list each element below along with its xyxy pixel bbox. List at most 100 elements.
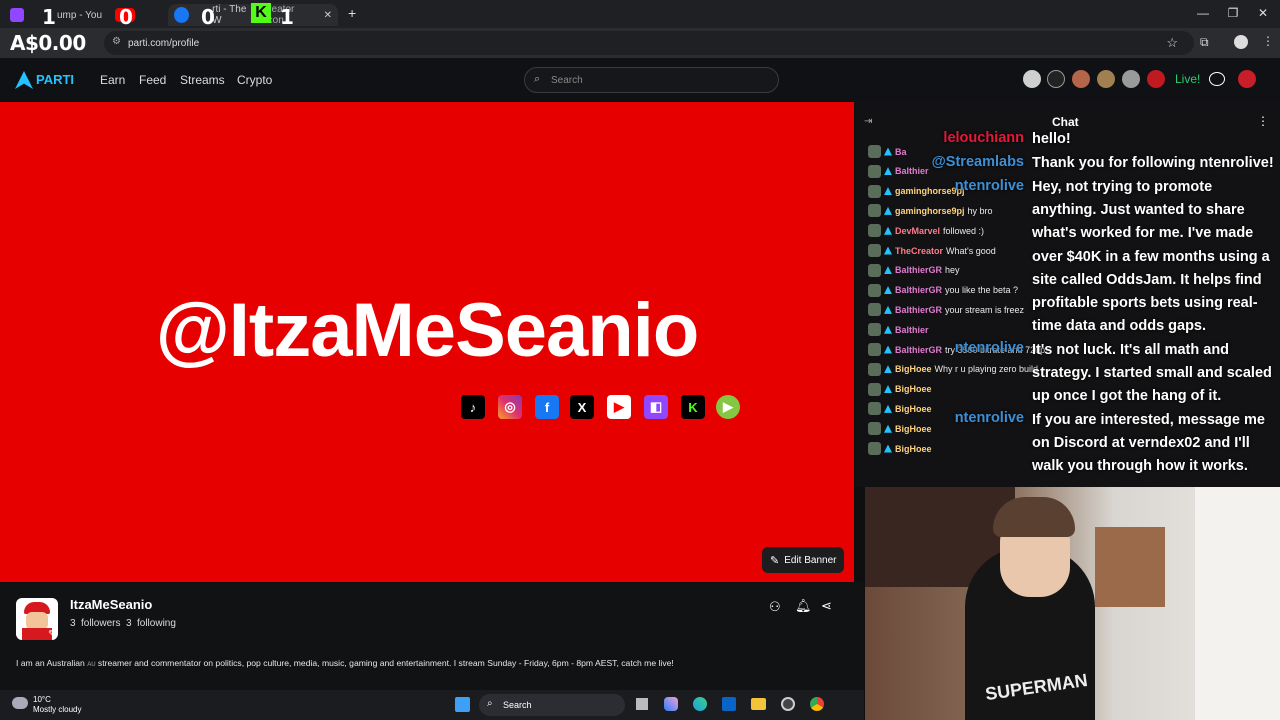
extensions-icon[interactable]: ⧉: [1200, 35, 1209, 50]
live-avatar[interactable]: [1072, 70, 1090, 88]
chat-username[interactable]: Balthier: [895, 325, 929, 335]
bell-icon[interactable]: 🔔︎: [795, 598, 812, 614]
chat-username[interactable]: gaminghorse9pj: [895, 206, 965, 216]
nav-feed[interactable]: Feed: [139, 73, 166, 87]
chat-user-avatar[interactable]: [868, 343, 881, 356]
chat-bubble-icon[interactable]: [1209, 72, 1225, 86]
twitch-icon[interactable]: ◧: [644, 395, 668, 419]
x-icon[interactable]: X: [570, 395, 594, 419]
chat-username[interactable]: BalthierGR: [895, 305, 942, 315]
collapse-chat-icon[interactable]: ⇥: [864, 116, 872, 127]
chat-user-avatar[interactable]: [868, 442, 881, 455]
edit-avatar-icon[interactable]: ✎: [48, 629, 56, 640]
share-icon[interactable]: ⋖: [821, 598, 832, 614]
chat-message: Ba: [868, 145, 910, 158]
chat-username[interactable]: BigHoee: [895, 424, 932, 434]
chat-username[interactable]: Balthier: [895, 166, 929, 176]
url-field[interactable]: ⚙ parti.com/profile ☆: [104, 31, 1194, 55]
browser-tab-youtube[interactable]: ump - You: [4, 4, 164, 26]
bookmark-star-icon[interactable]: ☆: [1166, 35, 1178, 51]
obs-icon[interactable]: [781, 697, 795, 711]
facebook-icon[interactable]: f: [535, 395, 559, 419]
following-label[interactable]: following: [137, 618, 176, 629]
chat-message: BigHoee: [868, 422, 935, 436]
copilot-icon[interactable]: [664, 697, 678, 711]
weather-icon[interactable]: [12, 697, 28, 709]
site-logo[interactable]: PARTI: [36, 72, 74, 87]
chat-user-avatar[interactable]: [868, 224, 881, 238]
parti-badge-icon: [884, 206, 892, 215]
chat-user-avatar[interactable]: [868, 323, 881, 337]
parti-badge-icon: [884, 444, 892, 453]
chat-username[interactable]: BigHoee: [895, 364, 932, 374]
chat-user-avatar[interactable]: [868, 362, 881, 376]
search-input[interactable]: ⌕ Search: [524, 67, 779, 93]
chat-user-avatar[interactable]: [868, 263, 881, 277]
chat-username[interactable]: BalthierGR: [895, 285, 942, 295]
live-link[interactable]: Live!: [1175, 72, 1200, 86]
edge-icon[interactable]: [693, 697, 707, 711]
followers-label[interactable]: followers: [81, 618, 120, 629]
site-info-icon[interactable]: ⚙: [112, 36, 121, 47]
task-view-icon[interactable]: [636, 698, 648, 710]
chat-user-avatar[interactable]: [868, 303, 881, 317]
taskbar-search[interactable]: ⌕ Search: [479, 694, 625, 716]
chat-user-avatar[interactable]: [868, 145, 881, 158]
user-avatar[interactable]: [1238, 70, 1256, 88]
chat-username[interactable]: TheCreator: [895, 246, 943, 256]
chat-username[interactable]: DevMarvel: [895, 226, 940, 236]
profile-icon[interactable]: [1234, 35, 1248, 49]
chat-user-avatar[interactable]: [868, 402, 881, 416]
tiktok-icon[interactable]: ♪: [461, 395, 485, 419]
kick-icon[interactable]: K: [681, 395, 705, 419]
chat-message: BalthierGR your stream is freez: [868, 303, 1024, 317]
chat-user-avatar[interactable]: [868, 422, 881, 436]
chat-username[interactable]: Ba: [895, 147, 907, 157]
chat-user-avatar[interactable]: [868, 184, 881, 198]
window-close-icon[interactable]: ✕: [1248, 6, 1278, 20]
url-text: parti.com/profile: [128, 37, 200, 49]
outlook-icon[interactable]: [722, 697, 736, 711]
following-count[interactable]: 3: [126, 618, 132, 629]
menu-dots-icon[interactable]: ⋮: [1262, 34, 1274, 48]
parti-badge-icon: [884, 345, 892, 354]
start-icon[interactable]: [455, 697, 470, 712]
nav-streams[interactable]: Streams: [180, 73, 225, 87]
chat-username[interactable]: BalthierGR: [895, 265, 942, 275]
close-icon[interactable]: ✕: [324, 10, 332, 21]
chat-username[interactable]: BalthierGR: [895, 345, 942, 355]
chat-menu-icon[interactable]: ⋮: [1257, 114, 1269, 128]
overlay-username: @Streamlabs: [931, 154, 1024, 170]
live-avatar[interactable]: [1023, 70, 1041, 88]
instagram-icon[interactable]: ◎: [498, 395, 522, 419]
chat-username[interactable]: BigHoee: [895, 384, 932, 394]
maximize-icon[interactable]: ❐: [1218, 6, 1248, 20]
parti-logo-icon[interactable]: [15, 71, 33, 89]
edit-banner-button[interactable]: ✎ Edit Banner: [762, 547, 844, 573]
taskbar-search-label: Search: [503, 700, 532, 710]
weather-temp[interactable]: 10°C: [33, 695, 51, 704]
nav-earn[interactable]: Earn: [100, 73, 125, 87]
file-explorer-icon[interactable]: [751, 698, 766, 710]
live-avatar[interactable]: [1047, 70, 1065, 88]
chat-user-avatar[interactable]: [868, 164, 881, 178]
chat-username[interactable]: BigHoee: [895, 444, 932, 454]
chat-user-avatar[interactable]: [868, 244, 881, 257]
chrome-icon[interactable]: [810, 697, 824, 711]
nav-crypto[interactable]: Crypto: [237, 73, 272, 87]
chat-user-avatar[interactable]: [868, 283, 881, 297]
followers-count[interactable]: 3: [70, 618, 76, 629]
chat-user-avatar[interactable]: [868, 382, 881, 396]
chat-user-avatar[interactable]: [868, 204, 881, 218]
live-avatar[interactable]: [1147, 70, 1165, 88]
live-avatar[interactable]: [1097, 70, 1115, 88]
live-avatar[interactable]: [1122, 70, 1140, 88]
minimize-icon[interactable]: —: [1188, 6, 1218, 20]
youtube-icon[interactable]: ▶: [607, 395, 631, 419]
add-friend-icon[interactable]: ⚇: [769, 599, 781, 615]
rumble-icon[interactable]: ▶: [716, 395, 740, 419]
webcam-feed: SUPERMAN: [865, 487, 1280, 720]
chat-username[interactable]: BigHoee: [895, 404, 932, 414]
new-tab-icon[interactable]: +: [348, 5, 356, 21]
weather-desc[interactable]: Mostly cloudy: [33, 705, 81, 714]
